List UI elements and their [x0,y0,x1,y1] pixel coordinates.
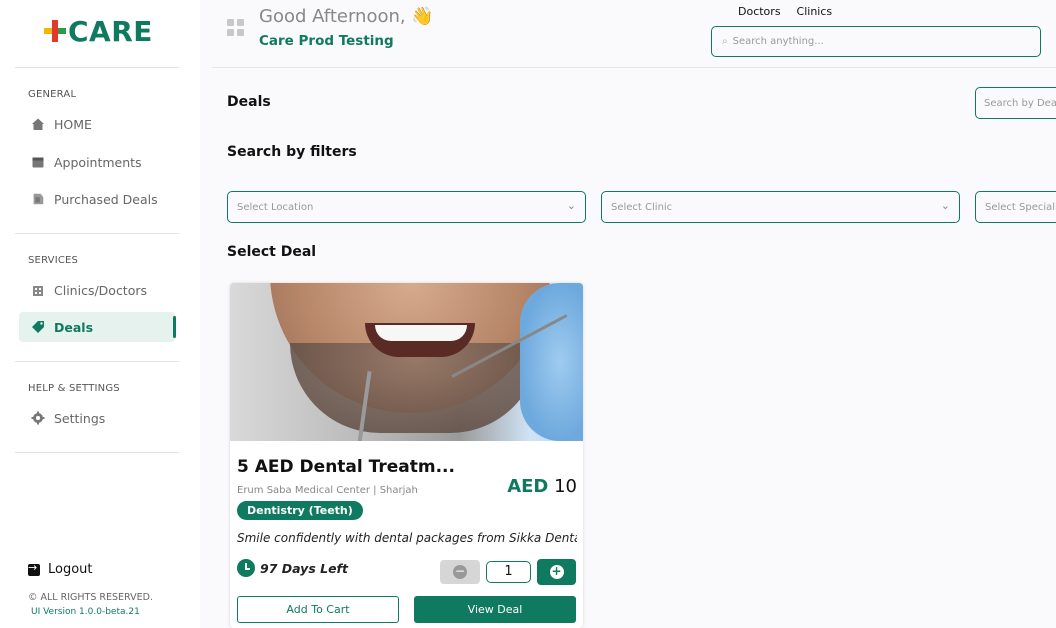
sidebar-item-label: Appointments [54,154,142,170]
deal-price: AED 10 [507,476,577,497]
deal-image [230,283,583,441]
price-currency: AED [507,476,549,497]
sidebar-item-label: HOME [54,116,92,132]
sidebar-item-label: Settings [54,410,106,426]
add-to-cart-button[interactable]: Add To Cart [237,596,399,623]
divider [15,361,179,362]
divider [15,452,179,453]
deal-clinic: Erum Saba Medical Center | Sharjah [237,485,418,496]
purchased-deals-icon [31,192,45,206]
quantity-input[interactable]: 1 [486,561,531,583]
building-icon [31,283,45,297]
specialization-select[interactable]: Select Specialization [975,191,1056,223]
logout-icon [28,561,40,576]
greeting-text: Good Afternoon, 👋 [259,6,434,27]
quantity-increment-button[interactable]: + [537,559,576,585]
divider [15,233,179,234]
grid-menu-icon[interactable] [227,19,245,37]
logo-text: CARE [68,14,153,48]
copyright-text: © ALL RIGHTS RESERVED. [28,592,153,603]
deal-description: Smile confidently with dental packages f… [237,531,577,545]
search-placeholder: Search anything... [732,36,824,47]
search-icon: ⌕ [722,36,728,47]
filters-heading: Search by filters [227,144,357,160]
sidebar-item-appointments[interactable]: Appointments [19,147,175,177]
sidebar-item-purchased-deals[interactable]: Purchased Deals [19,184,175,214]
days-left: 97 Days Left [237,559,348,577]
top-links: Doctors Clinics [738,5,832,18]
logout-label: Logout [48,562,93,577]
clinic-select[interactable]: Select Clinic ⌄ [601,191,960,223]
section-label-general: GENERAL [28,89,77,100]
divider [15,67,179,68]
calendar-icon [31,155,45,169]
sidebar-item-label: Clinics/Doctors [54,282,148,298]
organization-name: Care Prod Testing [259,33,394,49]
page-title: Deals [227,94,271,110]
care-logo[interactable]: CARE [44,14,153,48]
global-search-input[interactable]: ⌕ Search anything... [711,26,1041,57]
tag-icon [31,320,45,334]
logout-button[interactable]: Logout [28,561,93,577]
cross-logo-icon [44,20,66,42]
deal-title: 5 AED Dental Treatm... [237,457,455,477]
quantity-decrement-button[interactable]: − [440,560,480,584]
clock-icon [237,559,255,577]
select-deal-heading: Select Deal [227,244,317,260]
sidebar: CARE GENERAL HOME Appointments Purchased… [0,0,200,628]
clinic-select-label: Select Clinic [611,202,673,213]
sidebar-item-label: Deals [54,319,94,335]
clinics-link[interactable]: Clinics [797,5,833,18]
view-deal-button[interactable]: View Deal [414,596,576,623]
location-select-label: Select Location [237,202,314,213]
sidebar-item-settings[interactable]: Settings [19,403,175,433]
sidebar-item-label: Purchased Deals [54,191,158,207]
gear-icon [31,411,45,425]
minus-icon: − [453,564,467,579]
specialty-badge: Dentistry (Teeth) [237,501,363,520]
chevron-down-icon: ⌄ [940,199,950,212]
top-bar: Good Afternoon, 👋 Care Prod Testing Doct… [212,0,1056,68]
section-label-services: SERVICES [28,255,79,266]
location-select[interactable]: Select Location ⌄ [227,191,586,223]
sidebar-item-home[interactable]: HOME [19,109,175,139]
sidebar-item-deals[interactable]: Deals [19,312,176,342]
doctors-link[interactable]: Doctors [738,5,781,18]
price-value: 10 [554,476,577,497]
deal-card[interactable]: 5 AED Dental Treatm... AED 10 Erum Saba … [230,283,583,628]
home-icon [31,117,45,131]
section-label-help: HELP & SETTINGS [28,383,120,394]
deal-search-input[interactable]: Search by Deal [975,87,1056,119]
version-text: UI Version 1.0.0-beta.21 [31,607,140,617]
plus-icon: + [549,564,564,579]
specialization-select-label: Select Specialization [985,202,1056,213]
chevron-down-icon: ⌄ [566,199,576,212]
sidebar-item-clinics-doctors[interactable]: Clinics/Doctors [19,275,175,305]
days-left-text: 97 Days Left [260,560,348,576]
